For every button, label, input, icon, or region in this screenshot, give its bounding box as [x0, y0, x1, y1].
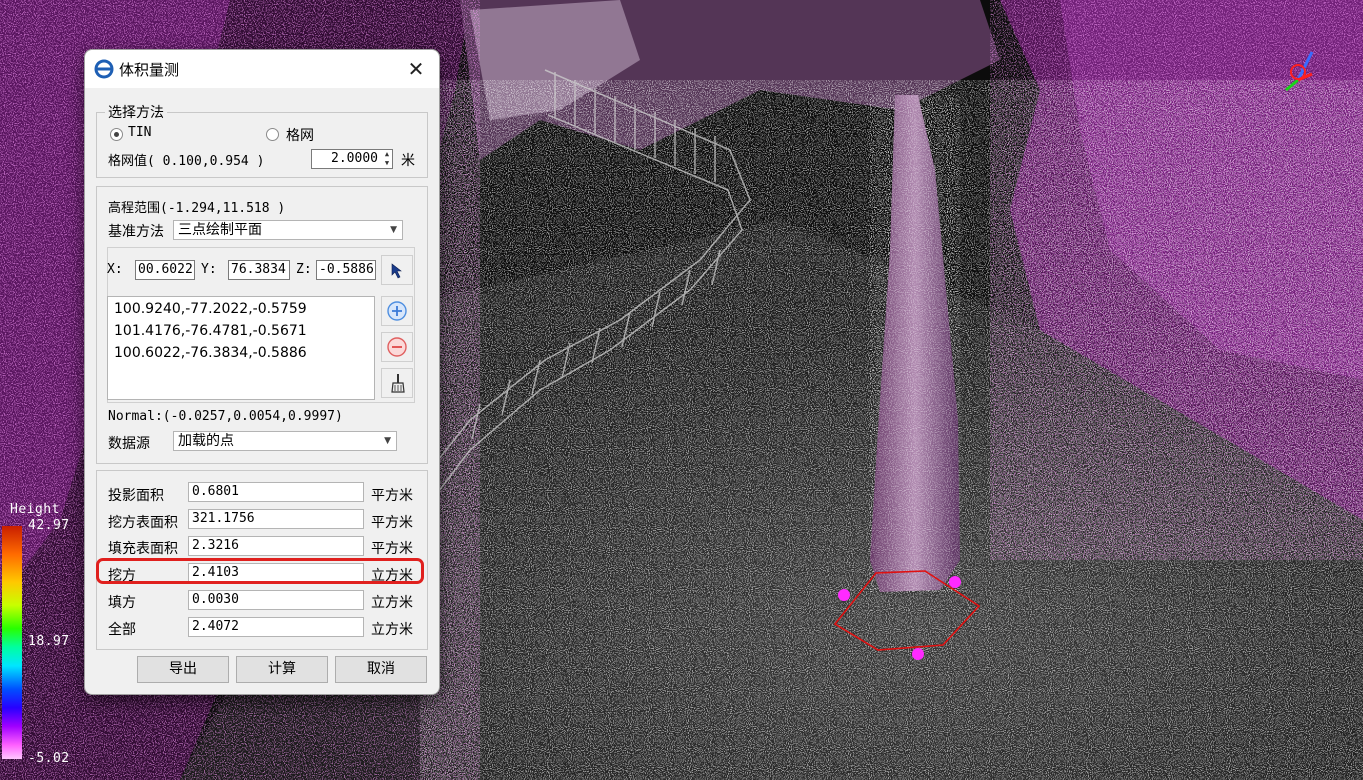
height-colorbar [2, 526, 22, 759]
dialog-title: 体积量测 [119, 61, 180, 79]
x-input[interactable]: 00.6022 [135, 260, 195, 280]
result-unit: 平方米 [371, 515, 413, 531]
data-source-value: 加载的点 [178, 433, 234, 449]
result-unit: 立方米 [371, 622, 413, 638]
reference-method-label: 基准方法 [108, 224, 164, 240]
volume-measure-dialog: 体积量测 ✕ 选择方法 TIN 格网 格网值( 0.100,0.954 ) 2.… [84, 49, 440, 695]
list-item[interactable]: 101.4176,-76.4781,-0.5671 [114, 323, 307, 339]
result-value: 2.3216 [188, 536, 364, 556]
result-value: 0.6801 [188, 482, 364, 502]
normal-vector: Normal:(-0.0257,0.0054,0.9997) [108, 409, 343, 424]
close-icon[interactable]: ✕ [405, 58, 427, 80]
colorbar-max: 42.97 [28, 518, 70, 533]
result-label: 填方 [108, 595, 136, 611]
elevation-range: 高程范围(-1.294,11.518 ) [108, 201, 286, 216]
result-unit: 平方米 [371, 488, 413, 504]
export-button[interactable]: 导出 [137, 656, 229, 683]
z-label: Z: [296, 262, 312, 277]
remove-point-button[interactable] [381, 332, 413, 362]
result-value: 321.1756 [188, 509, 364, 529]
compute-button[interactable]: 计算 [236, 656, 328, 683]
minus-circle-icon [387, 337, 407, 357]
data-source-select[interactable]: 加载的点 ▼ [173, 431, 397, 451]
data-source-label: 数据源 [108, 436, 150, 452]
app-logo-icon [94, 59, 114, 79]
y-input[interactable]: 76.3834 [228, 260, 290, 280]
grid-value-spinbox[interactable]: 2.0000 ▲ ▼ [311, 149, 393, 169]
list-item[interactable]: 100.6022,-76.3834,-0.5886 [114, 345, 307, 361]
result-value: 0.0030 [188, 590, 364, 610]
grid-unit: 米 [401, 153, 415, 169]
tin-radio[interactable] [110, 128, 123, 141]
result-label: 填充表面积 [108, 541, 178, 557]
pick-point-button[interactable] [381, 255, 413, 285]
spin-arrows-icon[interactable]: ▲ ▼ [382, 150, 392, 168]
grid-label[interactable]: 格网 [286, 125, 314, 145]
y-label: Y: [201, 262, 217, 277]
dialog-titlebar[interactable]: 体积量测 ✕ [85, 50, 439, 88]
colorbar-min: -5.02 [28, 751, 70, 766]
chevron-down-icon: ▼ [390, 225, 397, 235]
vertex-marker[interactable] [912, 648, 924, 660]
tin-label[interactable]: TIN [128, 125, 151, 140]
vertex-marker[interactable] [838, 589, 850, 601]
cancel-button[interactable]: 取消 [335, 656, 427, 683]
colorbar-mid: 18.97 [28, 634, 70, 649]
vertex-marker[interactable] [949, 576, 961, 588]
broom-icon [391, 374, 405, 393]
result-label: 全部 [108, 622, 136, 638]
result-label: 挖方表面积 [108, 515, 178, 531]
result-unit: 平方米 [371, 541, 413, 557]
highlight-box [96, 558, 424, 584]
colorbar-title: Height [10, 502, 60, 517]
add-point-button[interactable] [381, 296, 413, 326]
grid-radio[interactable] [266, 128, 279, 141]
chevron-down-icon: ▼ [384, 436, 391, 446]
method-group-legend: 选择方法 [105, 102, 167, 122]
clear-points-button[interactable] [381, 368, 413, 398]
result-value: 2.4072 [188, 617, 364, 637]
x-label: X: [107, 262, 123, 277]
grid-value-label: 格网值( 0.100,0.954 ) [108, 154, 265, 169]
grid-value-text: 2.0000 [331, 151, 378, 166]
cursor-arrow-icon [391, 263, 402, 279]
reference-method-select[interactable]: 三点绘制平面 ▼ [173, 220, 403, 240]
z-input[interactable]: -0.5886 [316, 260, 376, 280]
reference-method-value: 三点绘制平面 [178, 222, 262, 238]
list-item[interactable]: 100.9240,-77.2022,-0.5759 [114, 301, 307, 317]
plus-circle-icon [387, 301, 407, 321]
points-list[interactable]: 100.9240,-77.2022,-0.5759 101.4176,-76.4… [107, 296, 375, 400]
result-unit: 立方米 [371, 595, 413, 611]
result-label: 投影面积 [108, 488, 164, 504]
